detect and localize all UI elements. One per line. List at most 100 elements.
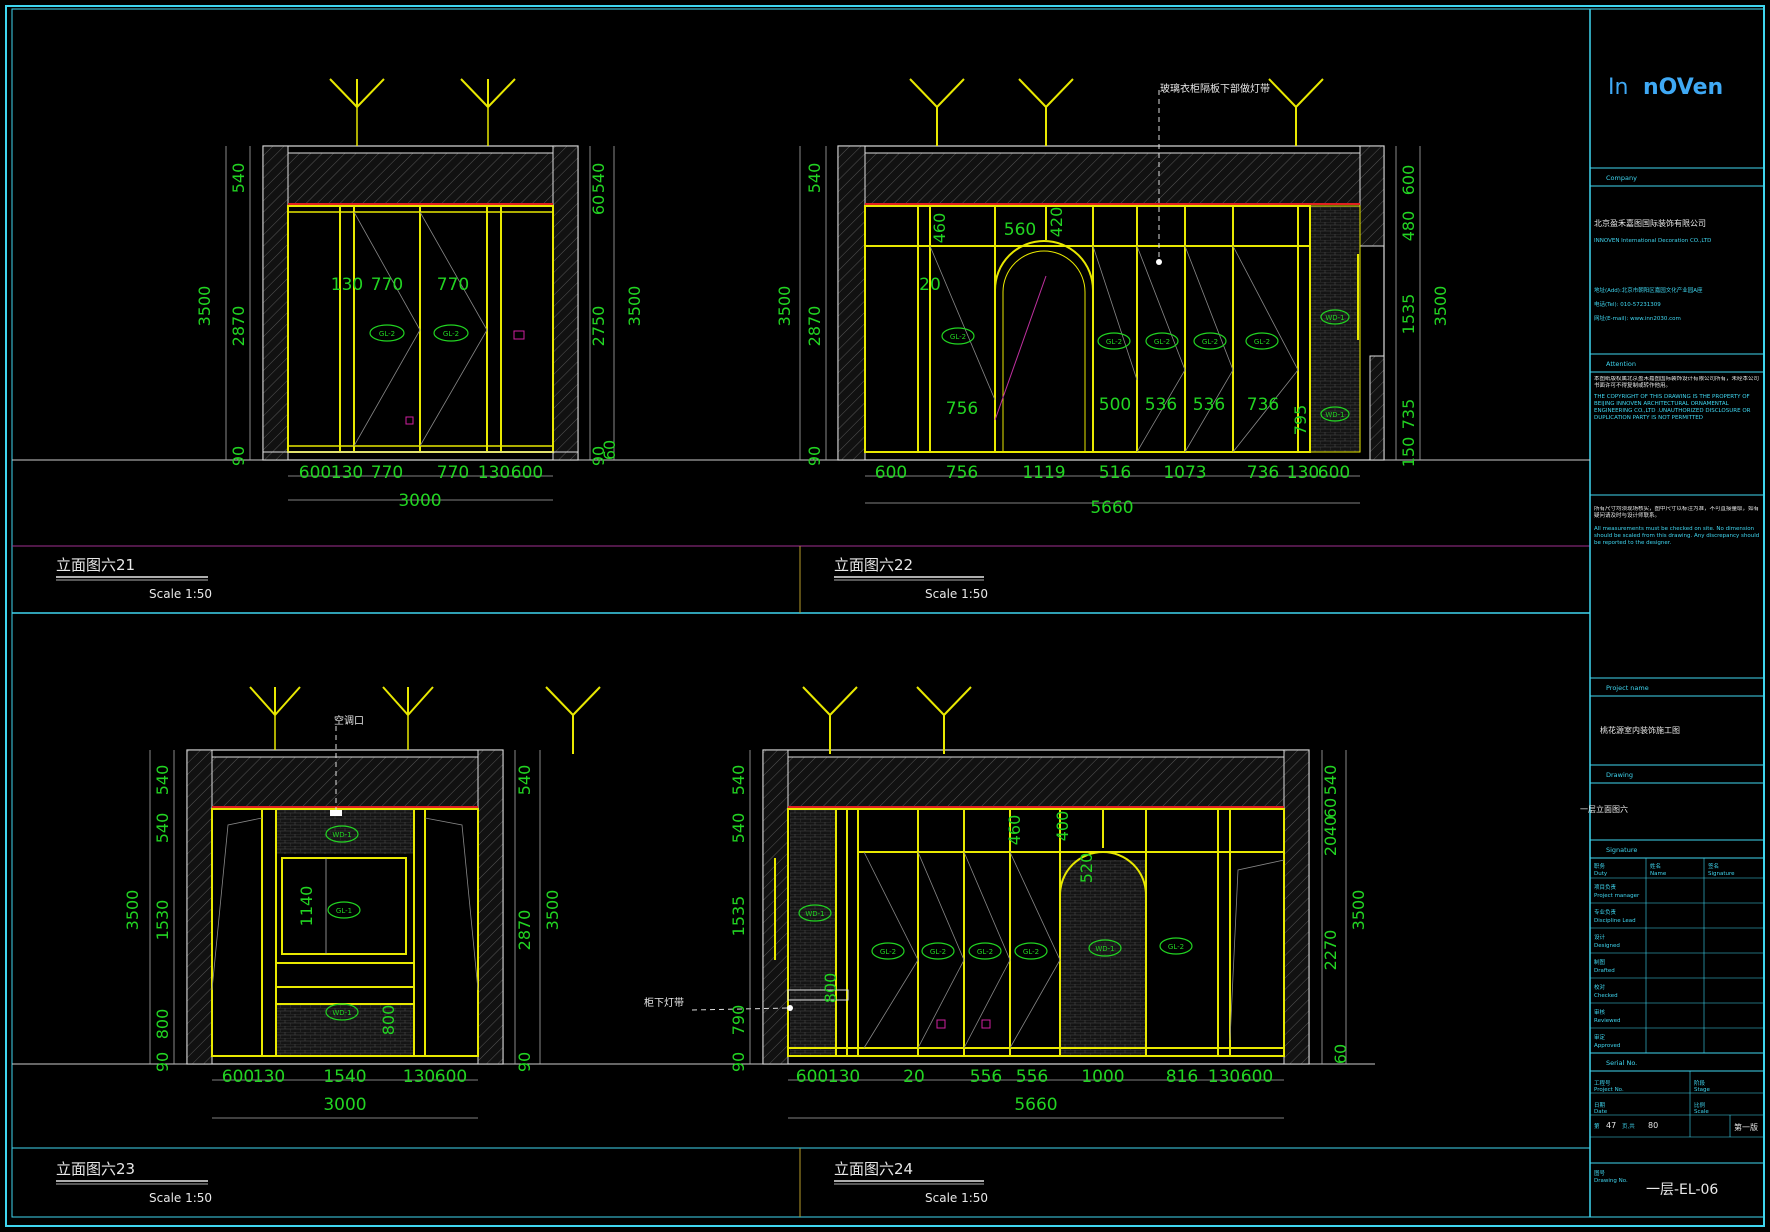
- drawing-no-en: Drawing No.: [1594, 1178, 1628, 1184]
- tag-22-3: GL-2: [1154, 338, 1170, 346]
- dim-24-r1: 540: [1321, 765, 1340, 796]
- dim-21-i2: 770: [371, 275, 403, 295]
- signature-table: 职务Duty 姓名Name 签名Signature 项目负责 Project manag…: [1590, 862, 1764, 1049]
- dim-21-b5: 130: [478, 463, 510, 483]
- dim-23-l4: 800: [153, 1009, 172, 1040]
- dim-22-i8: 536: [1193, 395, 1225, 415]
- stage-en: Stage: [1694, 1087, 1711, 1093]
- dim-22-i3: 420: [1047, 207, 1066, 238]
- dim-22-r4: 735: [1399, 399, 1418, 430]
- dim-23-l1: 540: [153, 765, 172, 796]
- dim-21-i3: 770: [437, 275, 469, 295]
- view-scale-21: Scale 1:50: [149, 587, 212, 601]
- sig-row-label-en: Designed: [1594, 943, 1620, 949]
- dim-22-i1: 460: [930, 213, 949, 244]
- sig-row-label: 制图: [1594, 958, 1606, 966]
- dim-22-rtot: 3500: [1431, 286, 1450, 327]
- dim-21-r1: 540: [589, 163, 608, 194]
- sig-col-en-1: Name: [1650, 871, 1667, 877]
- dim-21-r3: 2750: [589, 306, 608, 347]
- dim-22-l1: 540: [805, 163, 824, 194]
- dim-24-r2: 20: [1321, 836, 1340, 856]
- dim-22-r5: 150: [1399, 437, 1418, 468]
- dim-21-b6: 600: [511, 463, 543, 483]
- dim-21-l2: 2870: [229, 306, 248, 347]
- serial-label: Serial No.: [1606, 1059, 1637, 1067]
- dim-24-b9: 600: [1241, 1067, 1273, 1087]
- note-cn: 所有尺寸均须现场核实，图中尺寸以标注为准，不可直接量取，如有疑问请及时与设计师联…: [1594, 506, 1760, 519]
- company-email: 网址(E-mail): www.inn2030.com: [1594, 314, 1681, 322]
- dim-24-b6: 1000: [1081, 1067, 1124, 1087]
- dim-23-l2: 540: [153, 813, 172, 844]
- tag-21-2: GL-2: [443, 330, 459, 338]
- dim-23-total: 3000: [323, 1095, 366, 1115]
- tag-23-1: WD-1: [332, 831, 351, 839]
- sheet-total: 80: [1648, 1121, 1658, 1130]
- date-en: Date: [1594, 1109, 1608, 1115]
- tag-24-3: GL-2: [930, 948, 946, 956]
- annotation-22: 玻璃衣柜隔板下部做灯带: [1160, 82, 1270, 95]
- tag-22-5: GL-2: [1254, 338, 1270, 346]
- dim-22-i2: 560: [1004, 220, 1036, 240]
- dim-24-l5: 90: [729, 1052, 748, 1072]
- tag-24-7: GL-2: [1168, 943, 1184, 951]
- stage-label: 阶段: [1694, 1079, 1706, 1087]
- dim-23-rtot: 3500: [543, 890, 562, 931]
- dim-24-rtot: 3500: [1349, 890, 1368, 931]
- logo-left: In: [1608, 75, 1628, 100]
- dim-22-l2: 2870: [805, 306, 824, 347]
- sig-row-label-en: Drafted: [1594, 968, 1615, 974]
- tag-24-2: GL-2: [880, 948, 896, 956]
- dim-24-i1: 460: [1005, 815, 1024, 846]
- dim-24-b1: 600: [796, 1067, 828, 1087]
- sig-col-0: 职务: [1594, 862, 1606, 870]
- view-scale-22: Scale 1:50: [925, 587, 988, 601]
- dim-22-b8: 600: [1318, 463, 1350, 483]
- drawing-name: 一层立面图六: [1580, 804, 1628, 814]
- dim-23-b4: 130: [403, 1067, 435, 1087]
- project-no-en: Project No.: [1594, 1087, 1624, 1093]
- tag-22-7: WD-1: [1325, 411, 1344, 419]
- dim-21-ltot: 3500: [195, 286, 214, 327]
- dim-22-b6: 736: [1247, 463, 1279, 483]
- drawing-no-label: 图号: [1594, 1169, 1606, 1177]
- dim-24-b5: 556: [1016, 1067, 1048, 1087]
- sheet-of: 页,共: [1622, 1122, 1635, 1130]
- dim-21-b4: 770: [437, 463, 469, 483]
- dim-22-i5: 756: [946, 399, 978, 419]
- dim-24-b8: 130: [1208, 1067, 1240, 1087]
- signature-label: Signature: [1606, 846, 1637, 854]
- dim-23-i1: 1140: [297, 886, 316, 927]
- ratio-label: 比例: [1694, 1101, 1706, 1109]
- tag-23-2: GL-1: [336, 907, 352, 915]
- dim-24-i4: 800: [821, 973, 840, 1004]
- dim-24-b7: 816: [1166, 1067, 1198, 1087]
- sig-row-label-en: Discipline Lead: [1594, 918, 1636, 924]
- dim-22-i9: 736: [1247, 395, 1279, 415]
- attention-label: Attention: [1606, 360, 1636, 368]
- elevation-23: 空调口 WD-1 GL-1 WD-1 540 540 1530 800 90 3…: [12, 686, 800, 1119]
- dim-21-l1: 540: [229, 163, 248, 194]
- dim-23-l3: 1530: [153, 900, 172, 941]
- dim-24-l1: 540: [729, 765, 748, 796]
- tag-24-5: GL-2: [1023, 948, 1039, 956]
- elevation-24: 柜下灯带 WD-1 GL-2 GL-2 GL-2 GL-2 WD-1 GL-2 …: [545, 686, 1375, 1119]
- dim-23-l5: 90: [153, 1052, 172, 1072]
- elevation-21: GL-2 GL-2 540 2870 90 3500 540 60 2750 6…: [12, 78, 800, 511]
- dim-21-r2: 60: [589, 195, 608, 215]
- ratio-en: Scale: [1694, 1109, 1709, 1115]
- sig-row-label: 校对: [1594, 983, 1606, 991]
- sig-row-label: 审定: [1594, 1033, 1606, 1041]
- view-scale-23: Scale 1:50: [149, 1191, 212, 1205]
- project-label: Project name: [1606, 684, 1649, 692]
- dim-24-b2: 130: [828, 1067, 860, 1087]
- sig-col-en-0: Duty: [1594, 871, 1608, 877]
- dim-24-b4: 556: [970, 1067, 1002, 1087]
- project-name: 桃花源室内装饰施工图: [1600, 725, 1680, 735]
- dim-22-b2: 756: [946, 463, 978, 483]
- dim-21-i1: 130: [331, 275, 363, 295]
- dim-21-total: 3000: [398, 491, 441, 511]
- tag-21-1: GL-2: [379, 330, 395, 338]
- view-title-21: 立面图六21: [56, 556, 135, 574]
- tag-22-1: GL-2: [950, 333, 966, 341]
